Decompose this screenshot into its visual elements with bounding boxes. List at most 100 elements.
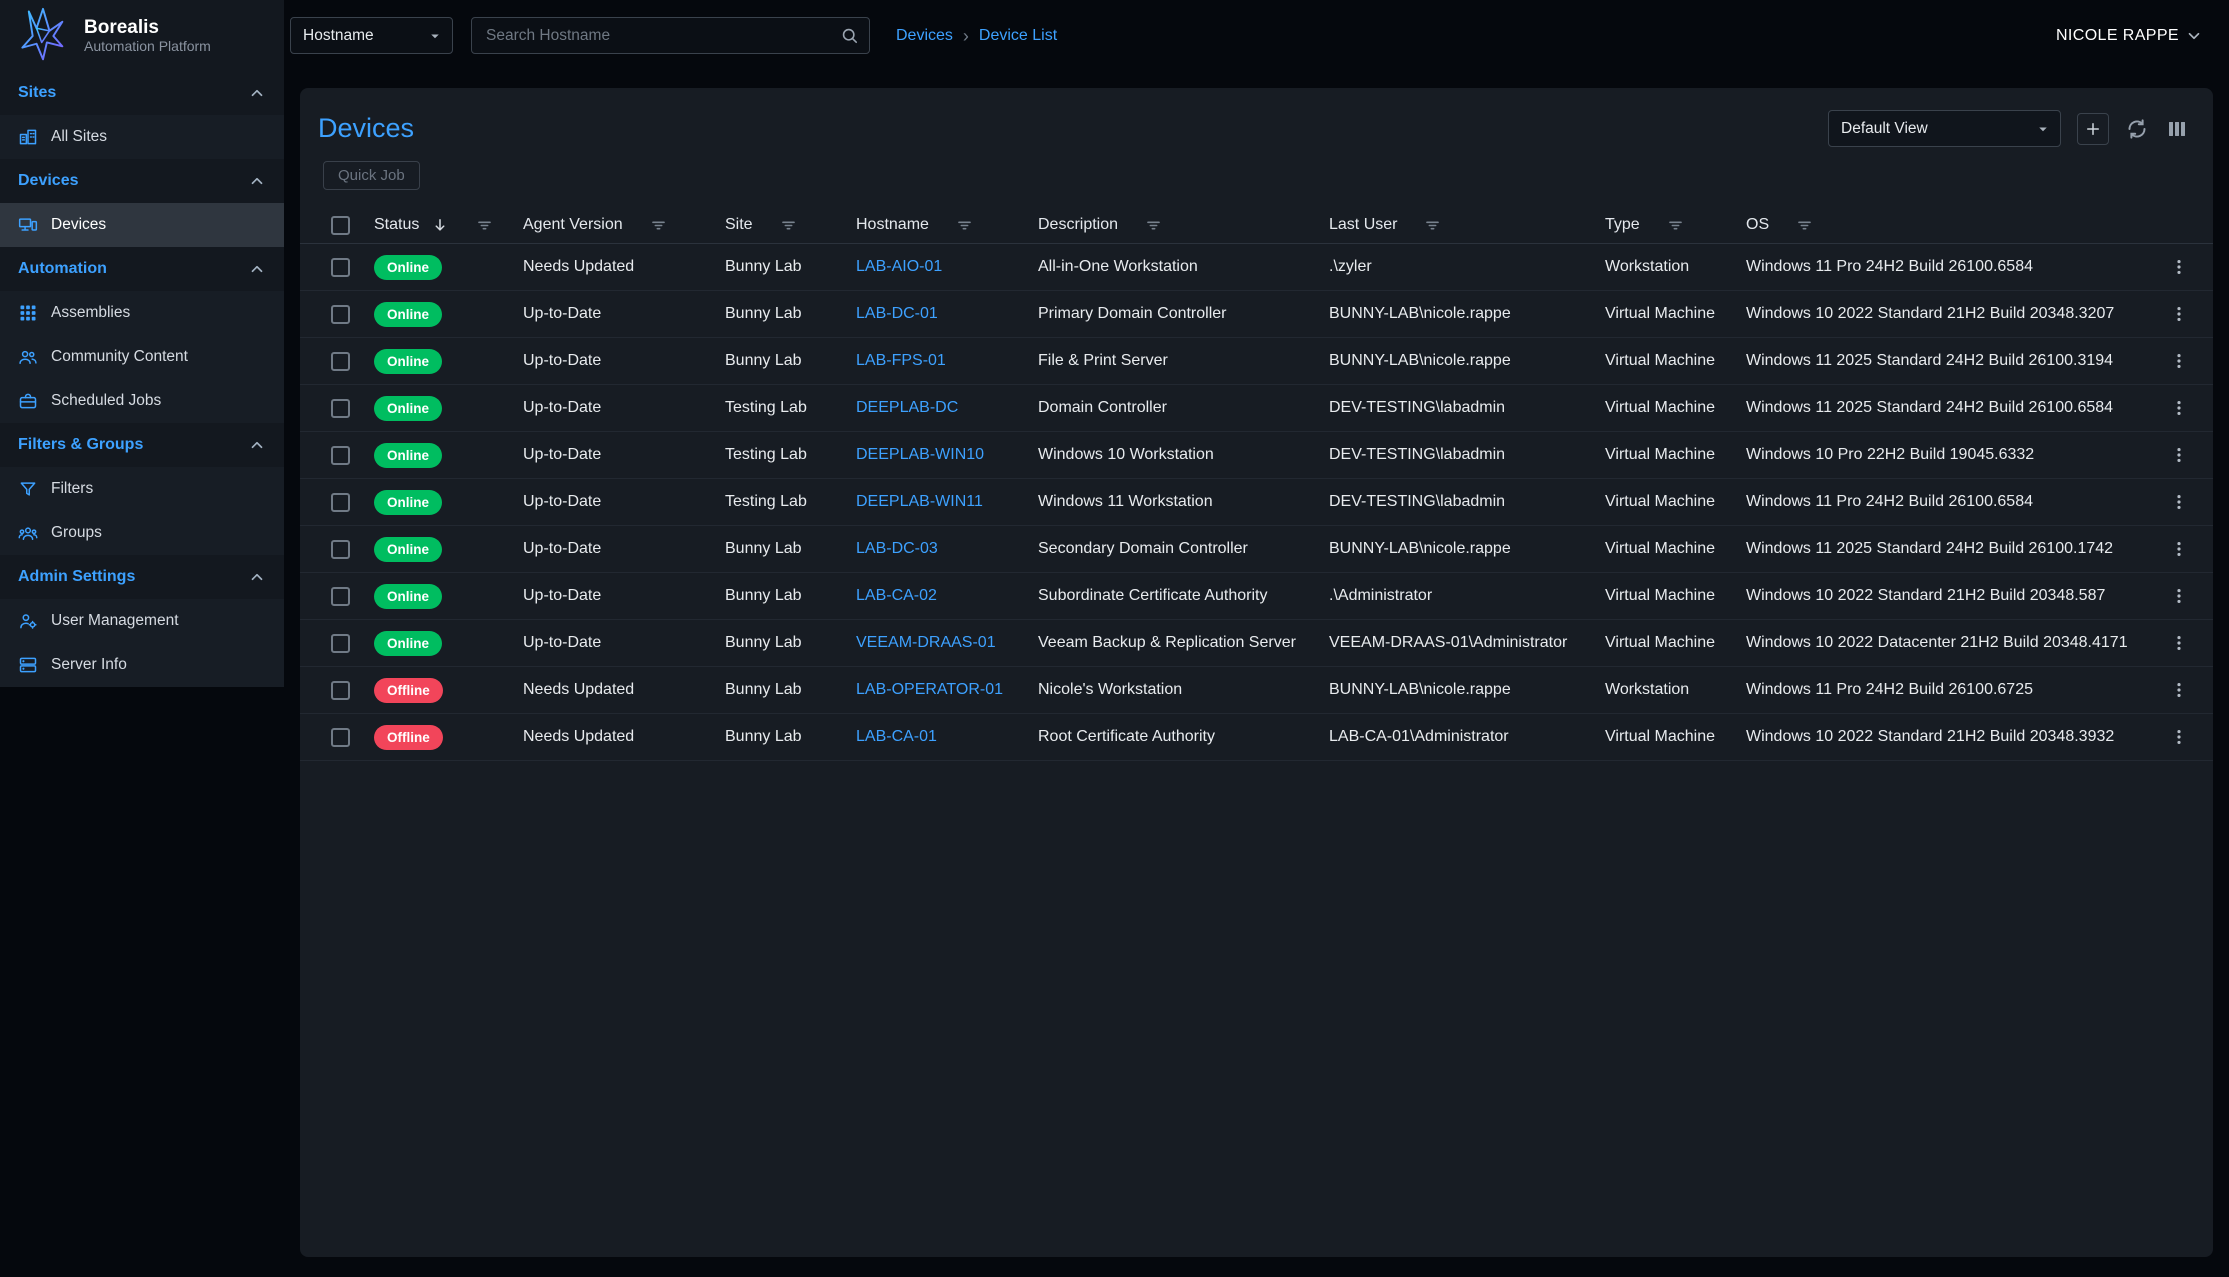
chevron-up-icon	[248, 568, 266, 586]
sidebar-item-community-content[interactable]: Community Content	[0, 335, 284, 379]
status-badge: Online	[374, 490, 442, 515]
agent-version-cell: Up-to-Date	[523, 493, 725, 511]
kebab-icon[interactable]	[2169, 539, 2189, 559]
hostname-link[interactable]: DEEPLAB-DC	[856, 399, 958, 417]
sidebar-item-scheduled-jobs[interactable]: Scheduled Jobs	[0, 379, 284, 423]
filter-icon[interactable]	[1144, 216, 1163, 235]
user-menu[interactable]: NICOLE RAPPE	[2056, 27, 2203, 45]
search-icon[interactable]	[840, 26, 859, 45]
filter-icon[interactable]	[955, 216, 974, 235]
row-checkbox[interactable]	[331, 399, 350, 418]
sidebar-item-all-sites[interactable]: All Sites	[0, 115, 284, 159]
row-checkbox[interactable]	[331, 305, 350, 324]
sidebar-item-devices[interactable]: Devices	[0, 203, 284, 247]
row-checkbox[interactable]	[331, 540, 350, 559]
refresh-icon[interactable]	[2125, 117, 2149, 141]
row-checkbox-cell	[331, 681, 374, 700]
kebab-icon[interactable]	[2169, 445, 2189, 465]
hostname-link[interactable]: LAB-CA-01	[856, 728, 937, 746]
row-checkbox[interactable]	[331, 587, 350, 606]
filter-icon[interactable]	[1666, 216, 1685, 235]
row-checkbox[interactable]	[331, 728, 350, 747]
hostname-link[interactable]: DEEPLAB-WIN11	[856, 493, 983, 511]
column-label-last_user[interactable]: Last User	[1329, 216, 1397, 234]
type: Virtual Machine	[1605, 352, 1715, 370]
kebab-icon[interactable]	[2169, 680, 2189, 700]
sidebar-nav: SitesAll SitesDevicesDevicesAutomationAs…	[0, 71, 284, 687]
last-user: BUNNY-LAB\nicole.rappe	[1329, 681, 1511, 699]
sort-desc-icon[interactable]	[431, 216, 449, 234]
main-column: Hostname Devices › Device List NICOLE RA…	[284, 0, 2229, 1277]
column-label-os[interactable]: OS	[1746, 216, 1769, 234]
select-all-checkbox[interactable]	[331, 216, 350, 235]
last-user: .\Administrator	[1329, 587, 1432, 605]
site-cell: Bunny Lab	[725, 587, 856, 605]
hostname-link[interactable]: LAB-OPERATOR-01	[856, 681, 1003, 699]
view-select[interactable]: Default View	[1828, 110, 2061, 147]
kebab-icon[interactable]	[2169, 586, 2189, 606]
filter-icon[interactable]	[649, 216, 668, 235]
column-label-type[interactable]: Type	[1605, 216, 1640, 234]
sidebar-item-assemblies[interactable]: Assemblies	[0, 291, 284, 335]
sidebar-item-groups[interactable]: Groups	[0, 511, 284, 555]
kebab-icon[interactable]	[2169, 351, 2189, 371]
kebab-icon[interactable]	[2169, 398, 2189, 418]
sidebar-section-automation[interactable]: Automation	[0, 247, 284, 291]
columns-icon[interactable]	[2165, 117, 2189, 141]
last-user-cell: BUNNY-LAB\nicole.rappe	[1329, 540, 1605, 558]
device-row: OnlineUp-to-DateTesting LabDEEPLAB-WIN11…	[300, 479, 2213, 526]
hostname-link[interactable]: LAB-AIO-01	[856, 258, 942, 276]
sidebar-section-admin-settings[interactable]: Admin Settings	[0, 555, 284, 599]
filter-icon[interactable]	[1795, 216, 1814, 235]
status-badge: Offline	[374, 678, 443, 703]
add-view-button[interactable]	[2077, 113, 2109, 145]
sidebar-item-user-management[interactable]: User Management	[0, 599, 284, 643]
site-cell: Testing Lab	[725, 446, 856, 464]
column-label-agent[interactable]: Agent Version	[523, 216, 623, 234]
hostname-link[interactable]: LAB-DC-03	[856, 540, 938, 558]
filter-icon[interactable]	[779, 216, 798, 235]
search-field-select[interactable]: Hostname	[290, 17, 453, 54]
hostname-link[interactable]: LAB-CA-02	[856, 587, 937, 605]
row-checkbox[interactable]	[331, 493, 350, 512]
row-checkbox[interactable]	[331, 634, 350, 653]
sidebar-item-server-info[interactable]: Server Info	[0, 643, 284, 687]
row-checkbox[interactable]	[331, 258, 350, 277]
kebab-icon[interactable]	[2169, 304, 2189, 324]
kebab-icon[interactable]	[2169, 727, 2189, 747]
type: Workstation	[1605, 681, 1689, 699]
search-input[interactable]	[484, 26, 832, 46]
hostname-link[interactable]: VEEAM-DRAAS-01	[856, 634, 996, 652]
hostname-link[interactable]: LAB-FPS-01	[856, 352, 946, 370]
description: File & Print Server	[1038, 352, 1168, 370]
status-cell: Offline	[374, 725, 523, 750]
filter-icon[interactable]	[1423, 216, 1442, 235]
row-checkbox[interactable]	[331, 352, 350, 371]
agent-version-cell: Up-to-Date	[523, 587, 725, 605]
column-label-description[interactable]: Description	[1038, 216, 1118, 234]
chevron-up-icon	[248, 172, 266, 190]
type: Virtual Machine	[1605, 399, 1715, 417]
quick-job-button[interactable]: Quick Job	[323, 161, 420, 190]
description: Nicole's Workstation	[1038, 681, 1182, 699]
column-label-status[interactable]: Status	[374, 216, 419, 234]
filter-icon[interactable]	[475, 216, 494, 235]
sidebar-section-filters-groups[interactable]: Filters & Groups	[0, 423, 284, 467]
sidebar-item-filters[interactable]: Filters	[0, 467, 284, 511]
hostname-link-cell: LAB-DC-03	[856, 540, 1038, 558]
kebab-icon[interactable]	[2169, 492, 2189, 512]
table-header-row: Status Agent Version Site Hostname Descripti…	[300, 207, 2213, 244]
kebab-icon[interactable]	[2169, 257, 2189, 277]
kebab-icon[interactable]	[2169, 633, 2189, 653]
row-checkbox[interactable]	[331, 446, 350, 465]
breadcrumb-devices[interactable]: Devices	[896, 27, 953, 45]
column-label-site[interactable]: Site	[725, 216, 753, 234]
sidebar-section-sites[interactable]: Sites	[0, 71, 284, 115]
breadcrumb-device-list[interactable]: Device List	[979, 27, 1057, 45]
hostname-link[interactable]: LAB-DC-01	[856, 305, 938, 323]
column-label-hostname[interactable]: Hostname	[856, 216, 929, 234]
agent-version: Needs Updated	[523, 258, 634, 276]
row-checkbox[interactable]	[331, 681, 350, 700]
hostname-link[interactable]: DEEPLAB-WIN10	[856, 446, 984, 464]
sidebar-section-devices[interactable]: Devices	[0, 159, 284, 203]
